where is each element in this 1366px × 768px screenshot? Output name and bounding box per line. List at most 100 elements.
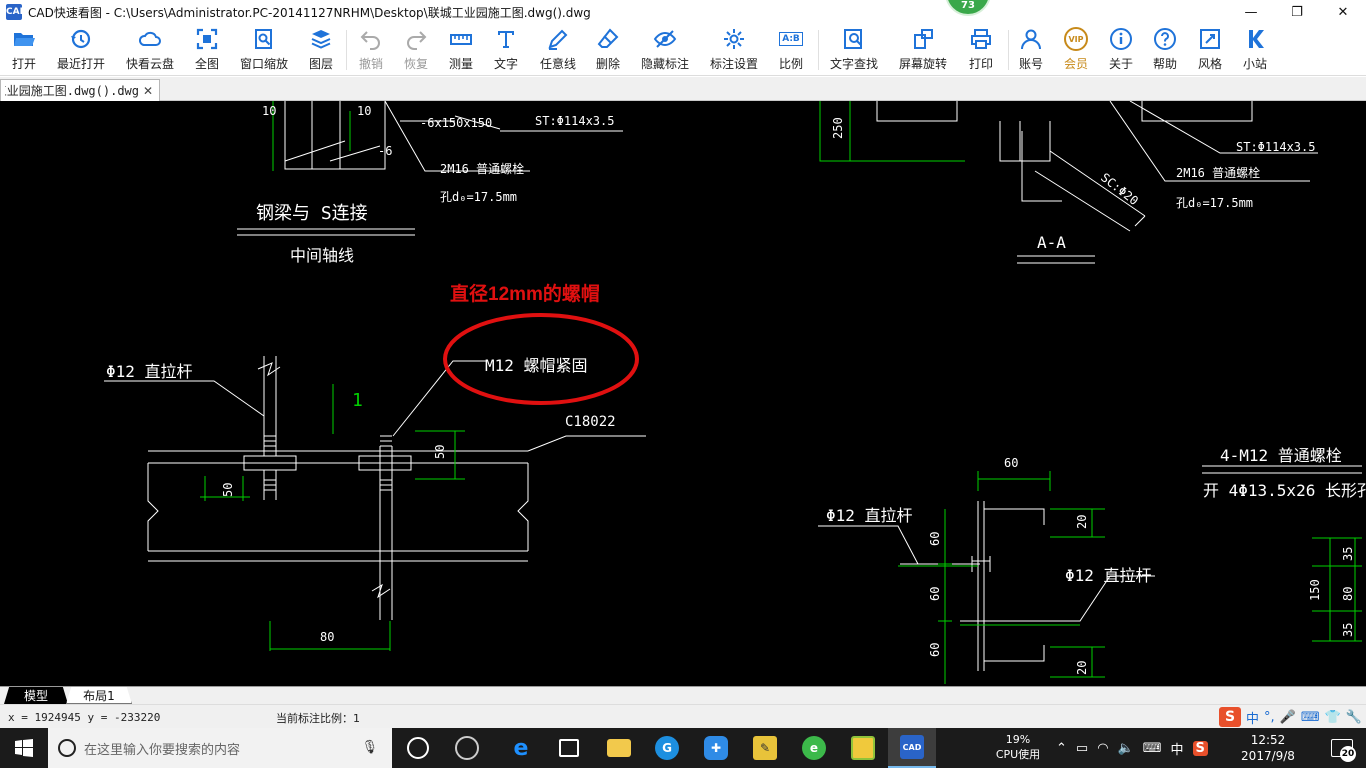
cad-label: ST:Φ114x3.5 [1236,140,1315,154]
recent-open-button[interactable]: 最近打开 [56,26,106,74]
close-button[interactable]: ✕ [1320,0,1366,24]
keyboard-icon[interactable]: ⌨ [1143,741,1162,756]
clock[interactable]: 12:52 2017/9/8 [1232,732,1304,764]
microphone-icon[interactable]: 🎤 [1280,710,1296,725]
sogou-tray-icon[interactable]: S [1192,740,1208,756]
hide-marks-button[interactable]: 隐藏标注 [640,26,690,74]
taskbar-app-store[interactable] [545,728,593,768]
cad-label: 2M16 普通螺栓 [440,161,524,176]
vip-button[interactable]: VIP 会员 [1062,26,1090,74]
layout-tab-strip: 模型 布局1 [0,686,1366,704]
keyboard-icon[interactable]: ⌨ [1301,710,1320,725]
eraser-icon [595,26,621,52]
dim-text: 10 [262,104,276,118]
document-tab[interactable]: 联城工业园施工图.dwg().dwg ✕ [0,79,160,101]
taskbar-app-explorer[interactable] [595,728,643,768]
help-question-icon [1152,26,1178,52]
site-button[interactable]: 小站 [1242,26,1268,74]
title-bar: CAD CAD快速看图 - C:\Users\Administrator.PC-… [0,0,1366,24]
battery-icon[interactable]: ▭ [1076,741,1088,756]
about-button[interactable]: 关于 [1108,26,1134,74]
task-view-icon [407,737,429,759]
text-button[interactable]: 文字 [493,26,519,74]
shirt-skin-icon[interactable]: 👕 [1325,710,1341,725]
redo-button[interactable]: 恢复 [403,26,429,74]
pencil-icon [545,26,571,52]
dim-text: 20 [1075,661,1089,675]
volume-icon[interactable]: 🔈 [1118,741,1134,756]
dim-text: 150 [1308,579,1322,601]
input-language[interactable]: 中 [1171,739,1184,758]
dim-text: 35 [1341,547,1355,561]
find-text-button[interactable]: 文字查找 [829,26,879,74]
site-k-icon [1242,26,1268,52]
microphone-icon[interactable]: 🎙 [361,740,378,755]
mark-settings-button[interactable]: 标注设置 [709,26,759,74]
rotate-screen-button[interactable]: 屏幕旋转 [898,26,948,74]
style-button[interactable]: 风格 [1197,26,1223,74]
action-center-button[interactable]: 20 [1318,728,1366,768]
status-bar: x = 1924945 y = -233220 当前标注比例：1 S 中 °, … [0,704,1366,728]
restore-button[interactable]: ❐ [1274,0,1320,24]
cad-label: 4-M12 普通螺栓 [1220,446,1342,465]
cad-label: -6x150x150 [420,116,492,130]
start-button[interactable] [0,728,48,768]
rotate-screen-icon [910,26,936,52]
tab-layout1[interactable]: 布局1 [66,687,132,704]
freehand-line-button[interactable]: 任意线 [539,26,577,74]
printer-icon [968,26,994,52]
taskbar-app-cad[interactable]: CAD [888,728,936,768]
dim-text: 80 [320,630,334,644]
cad-label: C18022 [565,414,616,430]
cloud-disk-button[interactable]: 快看云盘 [124,26,176,74]
taskbar-app-notes[interactable]: ✎ [741,728,789,768]
chevron-up-icon[interactable]: ⌃ [1056,741,1067,756]
folder-open-icon [11,26,37,52]
help-button[interactable]: 帮助 [1152,26,1178,74]
zoom-window-icon [251,26,277,52]
wifi-icon[interactable]: ◠ [1097,741,1108,756]
tab-model[interactable]: 模型 [4,687,68,704]
minimize-button[interactable]: — [1228,0,1274,24]
taskbar-search[interactable]: 在这里输入你要搜索的内容 🎙 [48,728,392,768]
edge-icon: e [513,735,529,761]
taskbar-app-browser-360[interactable] [443,728,491,768]
undo-button[interactable]: 撤销 [358,26,384,74]
print-button[interactable]: 打印 [967,26,995,74]
toolbar-separator [346,30,347,70]
layers-button[interactable]: 图层 [308,26,334,74]
tab-close-icon[interactable]: ✕ [143,84,153,98]
search-placeholder: 在这里输入你要搜索的内容 [84,742,241,758]
user-icon [1018,26,1044,52]
cpu-usage[interactable]: 19% CPU使用 [988,732,1048,762]
delete-button[interactable]: 删除 [595,26,621,74]
measure-button[interactable]: 测量 [448,26,474,74]
taskbar-app-photo[interactable] [839,728,887,768]
taskbar-app-browser-g[interactable]: G [643,728,691,768]
task-view-button[interactable] [394,728,442,768]
sogou-logo-icon[interactable]: S [1219,707,1242,727]
dim-text: 60 [928,532,942,546]
account-button[interactable]: 账号 [1018,26,1044,74]
open-button[interactable]: 打开 [10,26,38,74]
drawing-canvas[interactable]: 10 10 -6x150x150 ST:Φ114x3.5 -6 2M16 普通螺… [0,101,1366,686]
cad-label: 开 4Φ13.5x26 长形孔 [1203,481,1366,500]
document-tab-label: 联城工业园施工图.dwg().dwg [5,84,139,98]
fit-screen-icon [194,26,220,52]
ime-punctuation[interactable]: °, [1264,710,1275,725]
score-badge[interactable]: 73 [945,0,991,16]
cloud-icon [137,26,163,52]
taskbar-app-360[interactable]: e [790,728,838,768]
notification-icon: 20 [1331,739,1356,762]
taskbar-app-tool[interactable]: ✚ [692,728,740,768]
full-view-button[interactable]: 全图 [194,26,220,74]
ime-language[interactable]: 中 [1246,708,1259,727]
cad-label: Φ12 直拉杆 [826,506,913,525]
system-tray: ⌃ ▭ ◠ 🔈 ⌨ 中 S [1056,728,1208,768]
scale-button[interactable]: A:B 比例 [778,26,804,74]
window-zoom-button[interactable]: 窗口缩放 [238,26,290,74]
wrench-icon[interactable]: 🔧 [1346,710,1362,725]
browser-g-icon: G [655,736,679,760]
section-label: A-A [1037,233,1066,252]
taskbar-app-edge[interactable]: e [497,728,545,768]
